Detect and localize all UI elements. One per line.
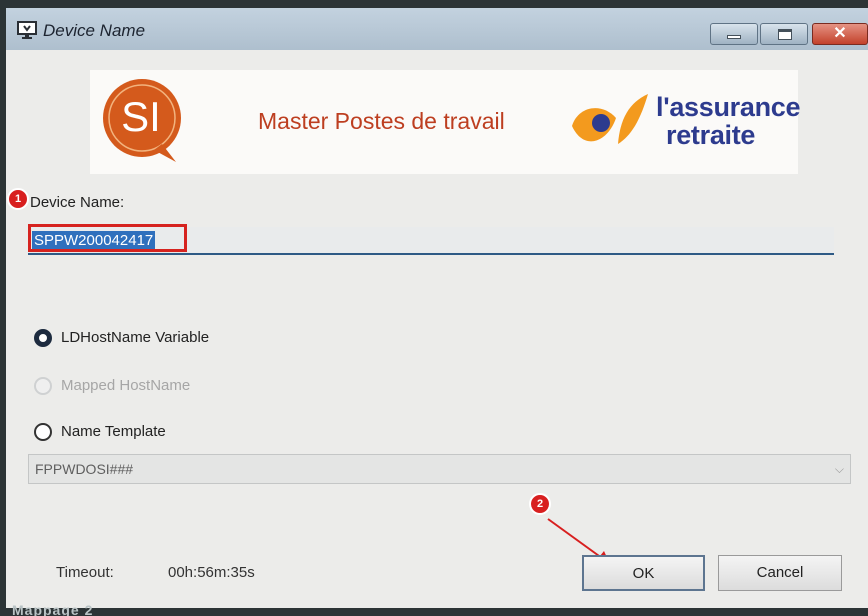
- annotation-highlight-box: [28, 224, 187, 252]
- cancel-button[interactable]: Cancel: [718, 555, 842, 591]
- minimize-button[interactable]: [710, 23, 758, 45]
- background-taskbar-fragment: Mappage 2: [0, 604, 200, 616]
- timeout-label: Timeout:: [56, 564, 114, 581]
- window-title: Device Name: [43, 21, 146, 40]
- device-name-dialog: Device Name ✕ SI Master Postes de travai…: [6, 8, 868, 608]
- title-bar[interactable]: Device Name ✕: [6, 8, 868, 50]
- device-monitor-icon: [17, 21, 37, 39]
- radio-unselected-icon: [34, 423, 52, 441]
- timeout-value: 00h:56m:35s: [168, 564, 255, 581]
- radio-selected-icon: [34, 329, 52, 347]
- banner-title: Master Postes de travail: [258, 108, 505, 134]
- annotation-marker-1: 1: [7, 188, 29, 210]
- assurance-retraite-logo-icon: [572, 94, 648, 144]
- header-banner: SI Master Postes de travail l'assurance …: [90, 70, 801, 174]
- maximize-icon: [778, 29, 792, 40]
- close-button[interactable]: ✕: [812, 23, 868, 45]
- si-logo-text: SI: [121, 93, 161, 140]
- device-name-label: Device Name:: [30, 194, 125, 211]
- radio-label: LDHostName Variable: [61, 329, 210, 346]
- brand-line-2: retraite: [666, 120, 756, 150]
- chevron-down-icon[interactable]: ⌵: [835, 462, 844, 477]
- template-value: FPPWDOSI###: [35, 461, 134, 477]
- ok-button[interactable]: OK: [582, 555, 705, 591]
- close-icon: ✕: [833, 25, 847, 42]
- radio-label: Mapped HostName: [61, 377, 191, 394]
- maximize-button[interactable]: [760, 23, 808, 45]
- radio-label: Name Template: [61, 423, 166, 440]
- background-taskbar-text: Mappage 2: [12, 604, 94, 616]
- brand-line-1: l'assurance: [656, 92, 801, 122]
- radio-disabled-icon: [34, 377, 52, 395]
- minimize-icon: [727, 35, 741, 39]
- name-template-select[interactable]: FPPWDOSI### ⌵: [28, 454, 851, 484]
